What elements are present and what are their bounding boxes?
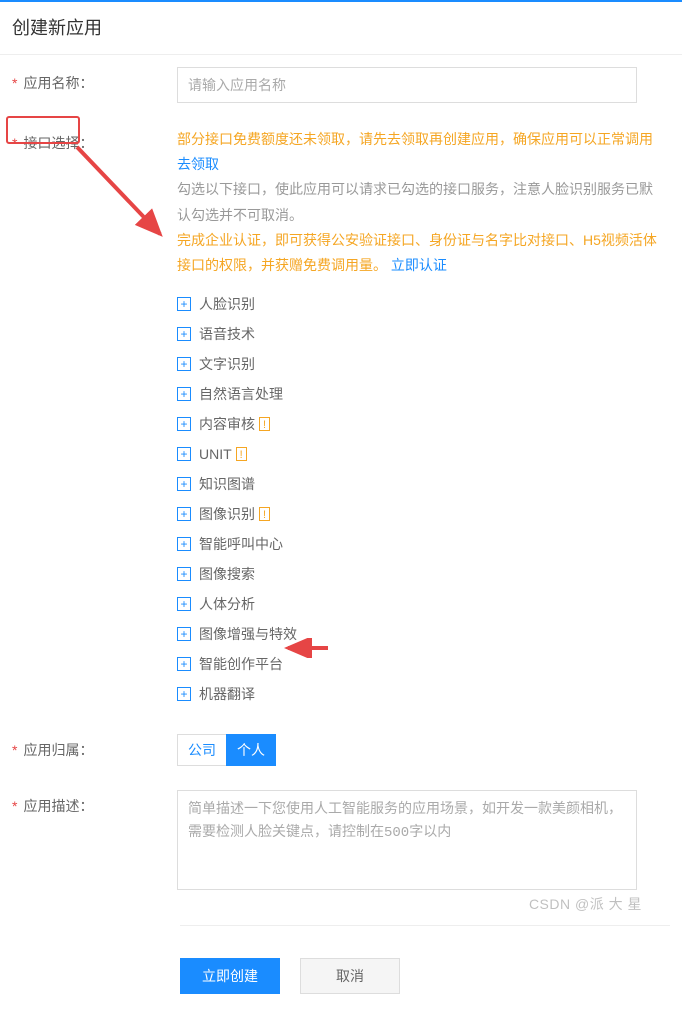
tree-item-label: 人脸识别 — [199, 294, 255, 314]
belong-personal-button[interactable]: 个人 — [226, 734, 276, 766]
expand-icon[interactable]: + — [177, 297, 191, 311]
expand-icon[interactable]: + — [177, 357, 191, 371]
interface-tree: +人脸识别+语音技术+文字识别+自然语言处理+内容审核!+UNIT!+知识图谱+… — [177, 290, 662, 708]
row-app-name: 应用名称： — [0, 55, 682, 115]
tree-item-label: 文字识别 — [199, 354, 255, 374]
tree-item-label: 图像识别 — [199, 504, 255, 524]
belong-segmented: 公司 个人 — [177, 734, 662, 766]
belong-company-button[interactable]: 公司 — [177, 734, 227, 766]
watermark: CSDN @派 大 星 — [529, 894, 642, 914]
tree-item-label: 图像搜索 — [199, 564, 255, 584]
tip-cert: 完成企业认证，即可获得公安验证接口、身份证与名字比对接口、H5视频活体接口的权限… — [177, 228, 662, 278]
tree-item-label: 智能创作平台 — [199, 654, 283, 674]
expand-icon[interactable]: + — [177, 327, 191, 341]
warning-badge-icon: ! — [259, 417, 270, 431]
expand-icon[interactable]: + — [177, 507, 191, 521]
expand-icon[interactable]: + — [177, 417, 191, 431]
app-name-input[interactable] — [177, 67, 637, 103]
expand-icon[interactable]: + — [177, 537, 191, 551]
tree-item[interactable]: + 语音技术 — [177, 320, 662, 348]
tree-item[interactable]: + 知识图谱 — [177, 470, 662, 498]
tip-quota: 部分接口免费额度还未领取，请先去领取再创建应用，确保应用可以正常调用 去领取 — [177, 127, 662, 177]
tree-item[interactable]: + 人脸识别 — [177, 290, 662, 318]
label-app-belong: 应用归属： — [12, 734, 177, 760]
tree-item-label: 内容审核 — [199, 414, 255, 434]
tree-item-label: 知识图谱 — [199, 474, 255, 494]
tree-item[interactable]: + 人体分析 — [177, 590, 662, 618]
link-get-quota[interactable]: 去领取 — [177, 156, 219, 172]
tree-item[interactable]: + 文字识别 — [177, 350, 662, 378]
tree-item-label: UNIT — [199, 446, 232, 462]
create-button[interactable]: 立即创建 — [180, 958, 280, 994]
expand-icon[interactable]: + — [177, 447, 191, 461]
tree-item-label: 机器翻译 — [199, 684, 255, 704]
expand-icon[interactable]: + — [177, 567, 191, 581]
tree-item[interactable]: + 自然语言处理 — [177, 380, 662, 408]
label-app-desc: 应用描述： — [12, 790, 177, 816]
label-interface-select: 接口选择： — [12, 127, 177, 153]
expand-icon[interactable]: + — [177, 387, 191, 401]
cancel-button[interactable]: 取消 — [300, 958, 400, 994]
tree-item-label: 智能呼叫中心 — [199, 534, 283, 554]
tree-item[interactable]: + 图像识别! — [177, 500, 662, 528]
tree-item[interactable]: + UNIT! — [177, 440, 662, 468]
page-header: 创建新应用 — [0, 0, 682, 55]
tree-item[interactable]: + 图像增强与特效 — [177, 620, 662, 648]
expand-icon[interactable]: + — [177, 627, 191, 641]
tree-item[interactable]: + 内容审核! — [177, 410, 662, 438]
tree-item[interactable]: + 智能创作平台 — [177, 650, 662, 678]
page-title: 创建新应用 — [12, 14, 670, 40]
expand-icon[interactable]: + — [177, 477, 191, 491]
expand-icon[interactable]: + — [177, 687, 191, 701]
tree-item[interactable]: + 机器翻译 — [177, 680, 662, 708]
warning-badge-icon: ! — [259, 507, 270, 521]
row-interface-select: 接口选择： 部分接口免费额度还未领取，请先去领取再创建应用，确保应用可以正常调用… — [0, 115, 682, 722]
tip-note: 勾选以下接口，使此应用可以请求已勾选的接口服务，注意人脸识别服务已默认勾选并不可… — [177, 177, 662, 227]
warning-badge-icon: ! — [236, 447, 247, 461]
expand-icon[interactable]: + — [177, 657, 191, 671]
tree-item[interactable]: + 图像搜索 — [177, 560, 662, 588]
tree-item[interactable]: + 智能呼叫中心 — [177, 530, 662, 558]
tip-quota-text: 部分接口免费额度还未领取，请先去领取再创建应用，确保应用可以正常调用 — [177, 131, 653, 147]
tree-item-label: 语音技术 — [199, 324, 255, 344]
action-bar: 立即创建 取消 — [0, 926, 682, 1014]
tree-item-label: 自然语言处理 — [199, 384, 283, 404]
link-cert-now[interactable]: 立即认证 — [391, 257, 447, 273]
tree-item-label: 图像增强与特效 — [199, 624, 297, 644]
label-app-name: 应用名称： — [12, 67, 177, 93]
row-app-desc: 应用描述： — [0, 778, 682, 905]
tree-item-label: 人体分析 — [199, 594, 255, 614]
row-app-belong: 应用归属： 公司 个人 — [0, 722, 682, 778]
app-desc-textarea[interactable] — [177, 790, 637, 890]
expand-icon[interactable]: + — [177, 597, 191, 611]
